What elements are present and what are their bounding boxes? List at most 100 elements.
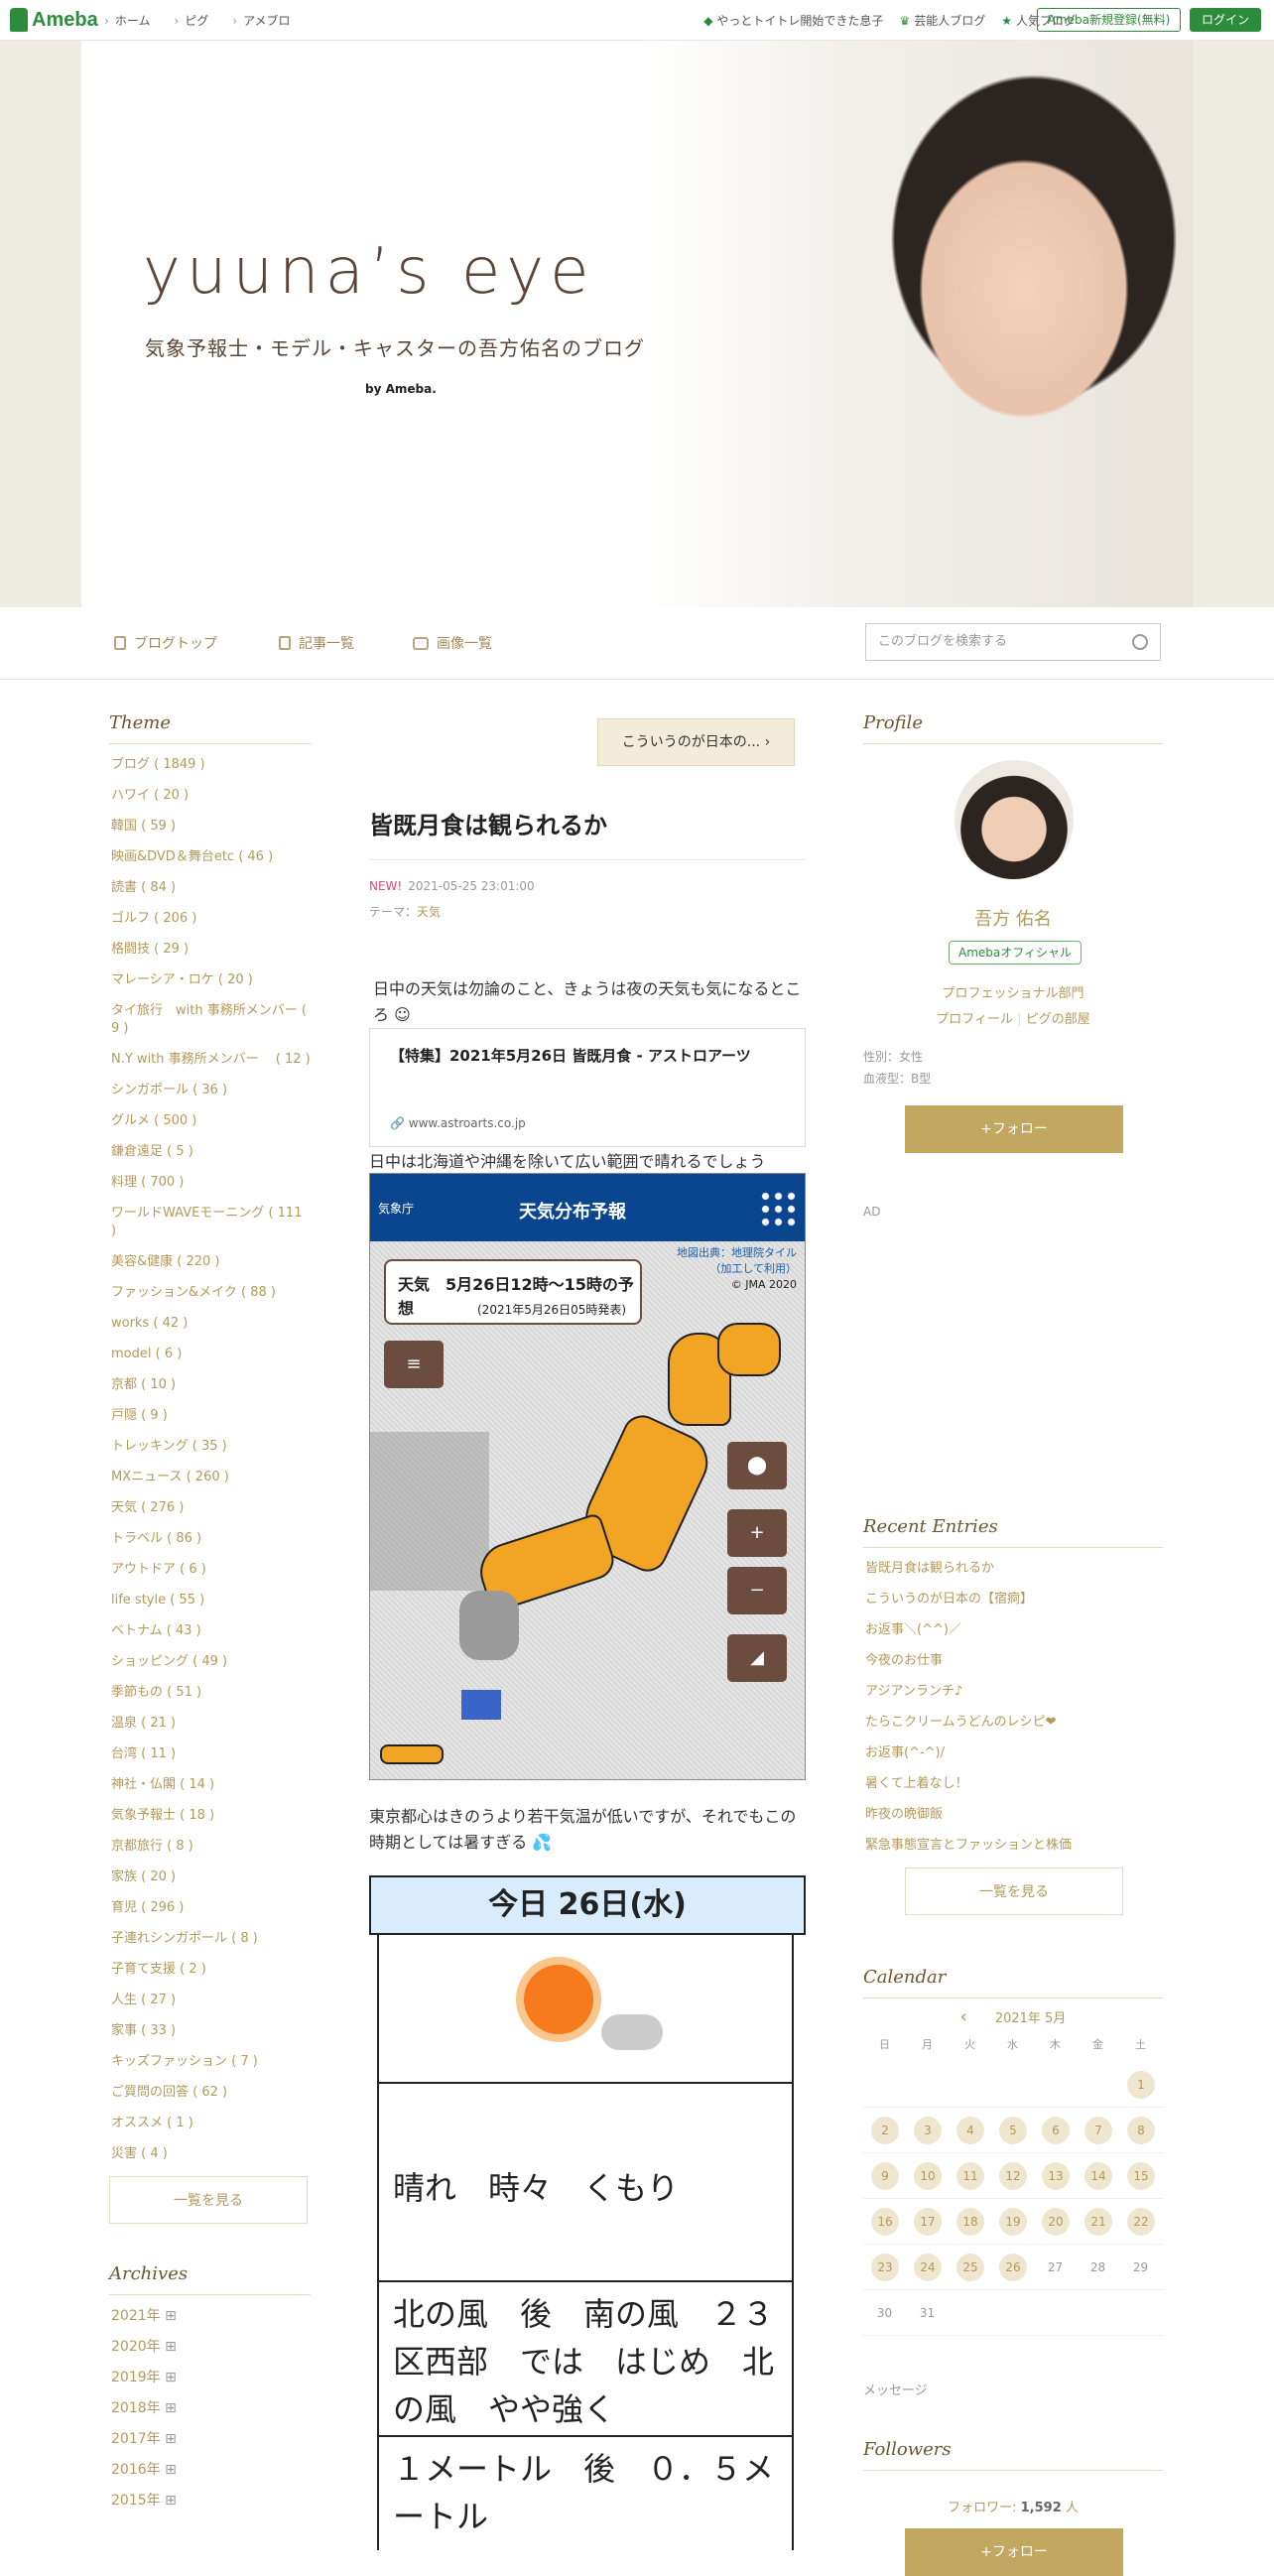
article-title[interactable]: 皆既月食は観られるか: [369, 806, 806, 840]
calendar-day[interactable]: 13: [1042, 2161, 1070, 2190]
calendar-day[interactable]: 10: [914, 2161, 942, 2190]
theme-item[interactable]: 温泉 ( 21 ): [111, 1715, 311, 1733]
theme-item[interactable]: 戸隠 ( 9 ): [111, 1407, 311, 1425]
theme-item[interactable]: N.Y with 事務所メンバー ( 12 ): [111, 1051, 311, 1069]
theme-item[interactable]: 育児 ( 296 ): [111, 1899, 311, 1917]
theme-item[interactable]: 料理 ( 700 ): [111, 1174, 311, 1192]
theme-item[interactable]: マレーシア・ロケ ( 20 ): [111, 971, 311, 989]
theme-item[interactable]: キッズファッション ( 7 ): [111, 2053, 311, 2071]
theme-item[interactable]: 子連れシンガポール ( 8 ): [111, 1930, 311, 1948]
theme-item[interactable]: 神社・仏閣 ( 14 ): [111, 1776, 311, 1794]
login-button[interactable]: ログイン: [1190, 8, 1261, 32]
theme-item[interactable]: 気象予報士 ( 18 ): [111, 1807, 311, 1825]
recent-entry-item[interactable]: アジアンランチ♪: [865, 1683, 1163, 1701]
theme-item[interactable]: ハワイ ( 20 ): [111, 787, 311, 805]
calendar-day[interactable]: 6: [1042, 2116, 1070, 2144]
theme-item[interactable]: 京都 ( 10 ): [111, 1376, 311, 1394]
calendar-day[interactable]: 3: [914, 2116, 942, 2144]
recent-entry-item[interactable]: 緊急事態宣言とファッションと株価: [865, 1837, 1163, 1855]
professional-link[interactable]: プロフェッショナル部門: [863, 982, 1163, 1001]
theme-item[interactable]: グルメ ( 500 ): [111, 1112, 311, 1130]
theme-item[interactable]: 季節もの ( 51 ): [111, 1684, 311, 1702]
theme-item[interactable]: 災害 ( 4 ): [111, 2145, 311, 2163]
theme-item[interactable]: MXニュース ( 260 ): [111, 1469, 311, 1486]
pigg-room-link[interactable]: ピグの部屋: [1026, 1012, 1090, 1027]
theme-item[interactable]: ベトナム ( 43 ): [111, 1622, 311, 1640]
archive-item[interactable]: 2016年: [111, 2461, 311, 2479]
search-icon[interactable]: [1132, 634, 1148, 650]
theme-item[interactable]: 人生 ( 27 ): [111, 1992, 311, 2009]
theme-item[interactable]: 格闘技 ( 29 ): [111, 941, 311, 959]
calendar-day[interactable]: 18: [956, 2207, 984, 2236]
calendar-day[interactable]: 5: [999, 2116, 1027, 2144]
nav-ameblo[interactable]: アメブロ: [232, 12, 290, 29]
archive-item[interactable]: 2021年: [111, 2307, 311, 2325]
calendar-day[interactable]: 4: [956, 2116, 984, 2144]
theme-see-all-button[interactable]: 一覧を見る: [109, 2176, 308, 2224]
calendar-day[interactable]: 7: [1084, 2116, 1112, 2144]
calendar-day[interactable]: 12: [999, 2161, 1027, 2190]
nav-home[interactable]: ホーム: [104, 12, 151, 29]
nav-blog-top[interactable]: ブログトップ: [114, 633, 217, 653]
recent-entry-item[interactable]: 暑くて上着なし！: [865, 1775, 1163, 1793]
ameba-logo[interactable]: Ameba: [10, 6, 98, 34]
calendar-day[interactable]: 24: [914, 2253, 942, 2281]
calendar-day[interactable]: 25: [956, 2253, 984, 2281]
eraser-icon[interactable]: ◢: [727, 1634, 787, 1682]
theme-item[interactable]: works ( 42 ): [111, 1315, 311, 1333]
calendar-day[interactable]: 20: [1042, 2207, 1070, 2236]
archive-item[interactable]: 2018年: [111, 2399, 311, 2417]
prev-entry-button[interactable]: こういうのが日本の... ›: [597, 718, 795, 766]
theme-item[interactable]: ショッピング ( 49 ): [111, 1653, 311, 1671]
nav-entry-list[interactable]: 記事一覧: [279, 633, 354, 653]
archive-item[interactable]: 2019年: [111, 2369, 311, 2386]
theme-item[interactable]: 美容&健康 ( 220 ): [111, 1253, 311, 1271]
calendar-day[interactable]: 26: [999, 2253, 1027, 2281]
theme-item[interactable]: オススメ ( 1 ): [111, 2115, 311, 2132]
theme-item[interactable]: 京都旅行 ( 8 ): [111, 1838, 311, 1856]
profile-link[interactable]: プロフィール: [936, 1012, 1013, 1027]
recent-entry-item[interactable]: お返事＼(^^)／: [865, 1621, 1163, 1639]
follow-button[interactable]: +フォロー: [905, 1105, 1123, 1153]
link-trending[interactable]: ◆ やっとトイトレ開始できた息子: [703, 12, 883, 29]
theme-item[interactable]: ワールドWAVEモーニング ( 111 ): [111, 1205, 311, 1240]
link-celebrity-blogs[interactable]: ♛ 芸能人ブログ: [899, 12, 985, 29]
profile-avatar[interactable]: [955, 760, 1074, 879]
theme-item[interactable]: アウトドア ( 6 ): [111, 1561, 311, 1579]
calendar-day[interactable]: 21: [1084, 2207, 1112, 2236]
calendar-day[interactable]: 9: [871, 2161, 899, 2190]
theme-item[interactable]: 家族 ( 20 ): [111, 1868, 311, 1886]
recent-entry-item[interactable]: たらこクリームうどんのレシピ❤: [865, 1714, 1163, 1732]
profile-name[interactable]: 吾方 佑名: [863, 905, 1163, 931]
theme-item[interactable]: ブログ ( 1849 ): [111, 756, 311, 774]
follow-button-bottom[interactable]: +フォロー: [905, 2528, 1123, 2576]
theme-item[interactable]: 鎌倉遠足 ( 5 ): [111, 1143, 311, 1161]
theme-item[interactable]: ゴルフ ( 206 ): [111, 910, 311, 928]
theme-item[interactable]: トレッキング ( 35 ): [111, 1438, 311, 1456]
blog-search-input[interactable]: このブログを検索する: [865, 623, 1161, 661]
blog-header-banner[interactable]: yuuna’s eye 気象予報士・モデル・キャスターの吾方佑名のブログ by …: [81, 41, 1193, 607]
calendar-day[interactable]: 22: [1127, 2207, 1155, 2236]
theme-item[interactable]: 映画&DVD＆舞台etc ( 46 ): [111, 848, 311, 866]
theme-item[interactable]: シンガポール ( 36 ): [111, 1082, 311, 1099]
theme-item[interactable]: 天気 ( 276 ): [111, 1499, 311, 1517]
calendar-day[interactable]: 1: [1127, 2070, 1155, 2099]
theme-item[interactable]: ご質問の回答 ( 62 ): [111, 2084, 311, 2102]
theme-item[interactable]: life style ( 55 ): [111, 1592, 311, 1610]
location-pin-icon[interactable]: ⬤: [727, 1442, 787, 1489]
weather-map-image[interactable]: 気象庁 天気分布予報 天気 5月26日12時〜15時の予想 (2021年5月26…: [369, 1173, 806, 1780]
theme-item[interactable]: 子育て支援 ( 2 ): [111, 1961, 311, 1979]
theme-item[interactable]: 家事 ( 33 ): [111, 2022, 311, 2040]
recent-entry-item[interactable]: 皆既月食は観られるか: [865, 1560, 1163, 1578]
calendar-day[interactable]: 2: [871, 2116, 899, 2144]
calendar-day[interactable]: 15: [1127, 2161, 1155, 2190]
theme-item[interactable]: 韓国 ( 59 ): [111, 818, 311, 836]
recent-entry-item[interactable]: こういうのが日本の【宿痾】: [865, 1591, 1163, 1609]
message-link[interactable]: メッセージ: [863, 2380, 928, 2398]
calendar-day[interactable]: 17: [914, 2207, 942, 2236]
nav-pigg[interactable]: ピグ: [174, 12, 208, 29]
theme-item[interactable]: 台湾 ( 11 ): [111, 1745, 311, 1763]
recent-entry-item[interactable]: 今夜のお仕事: [865, 1652, 1163, 1670]
menu-icon[interactable]: ≡: [384, 1341, 444, 1388]
recent-entry-item[interactable]: 昨夜の晩御飯: [865, 1806, 1163, 1824]
